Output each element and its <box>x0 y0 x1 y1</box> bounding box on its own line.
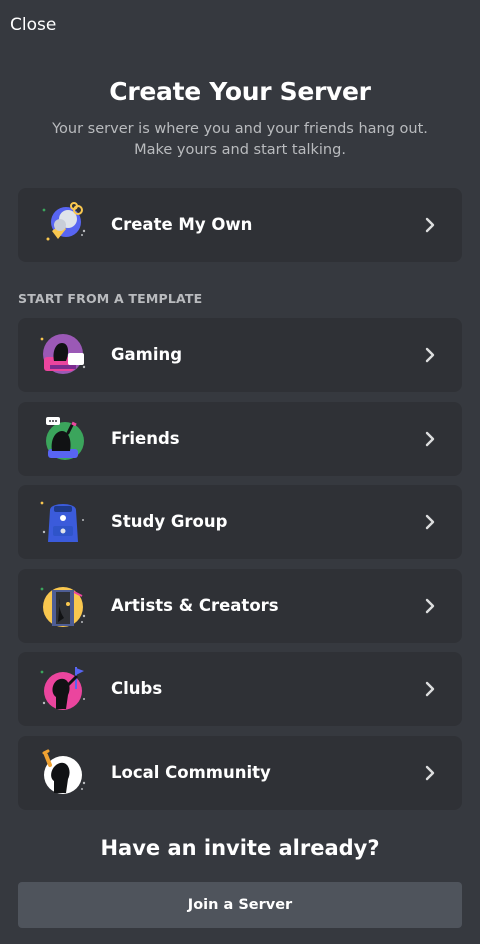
template-clubs[interactable]: Clubs <box>18 652 462 726</box>
local-community-icon <box>38 749 88 797</box>
template-friends-label: Friends <box>111 429 180 448</box>
create-my-own-label: Create My Own <box>111 215 253 234</box>
template-local-community[interactable]: Local Community <box>18 736 462 810</box>
template-local-community-label: Local Community <box>111 763 271 782</box>
close-button[interactable]: Close <box>10 14 56 36</box>
gaming-icon <box>38 331 88 379</box>
template-friends[interactable]: Friends <box>18 402 462 476</box>
subtitle-line-1: Your server is where you and your friend… <box>52 121 428 137</box>
chevron-right-icon <box>425 514 435 530</box>
template-study-group-label: Study Group <box>111 512 228 531</box>
chevron-right-icon <box>425 598 435 614</box>
create-my-own-icon <box>38 201 88 249</box>
template-clubs-label: Clubs <box>111 679 163 698</box>
study-group-icon <box>38 498 88 546</box>
template-gaming-label: Gaming <box>111 345 183 364</box>
friends-icon <box>38 415 88 463</box>
template-artists-creators[interactable]: Artists & Creators <box>18 569 462 643</box>
template-gaming[interactable]: Gaming <box>18 318 462 392</box>
page-title: Create Your Server <box>109 77 371 106</box>
chevron-right-icon <box>425 431 435 447</box>
invite-heading: Have an invite already? <box>100 836 380 860</box>
chevron-right-icon <box>425 347 435 363</box>
chevron-right-icon <box>425 217 435 233</box>
page-subtitle: Your server is where you and your friend… <box>40 119 440 161</box>
templates-section-header: START FROM A TEMPLATE <box>18 291 203 306</box>
create-server-screen: Close Create Your Server Your server is … <box>0 0 480 944</box>
template-study-group[interactable]: Study Group <box>18 485 462 559</box>
create-my-own-button[interactable]: Create My Own <box>18 188 462 262</box>
template-artists-creators-label: Artists & Creators <box>111 596 279 615</box>
chevron-right-icon <box>425 681 435 697</box>
clubs-icon <box>38 665 88 713</box>
subtitle-line-2: Make yours and start talking. <box>134 142 346 158</box>
chevron-right-icon <box>425 765 435 781</box>
join-server-button[interactable]: Join a Server <box>18 882 462 928</box>
artists-creators-icon <box>38 582 88 630</box>
